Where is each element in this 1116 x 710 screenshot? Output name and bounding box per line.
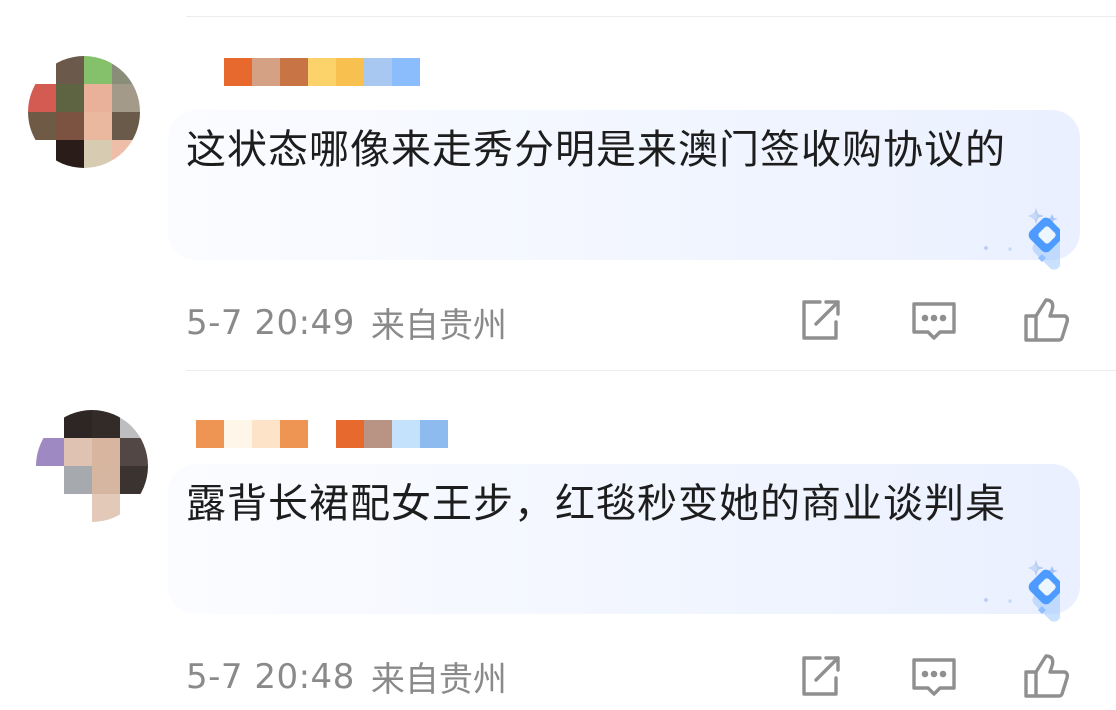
timestamp: 5-7 20:49 <box>186 302 355 343</box>
avatar-pixel <box>84 140 112 168</box>
avatar-pixel <box>92 466 120 494</box>
avatar-pixel <box>64 466 92 494</box>
reply-button[interactable] <box>910 652 958 700</box>
avatar-pixel <box>84 56 112 84</box>
username[interactable] <box>196 420 448 448</box>
avatar-pixel <box>28 112 56 140</box>
username[interactable] <box>224 58 420 86</box>
username-block <box>392 58 420 86</box>
avatar-pixel <box>36 494 64 522</box>
avatar-pixel <box>112 112 140 140</box>
avatar[interactable] <box>36 410 148 522</box>
avatar-pixel <box>56 140 84 168</box>
avatar-pixel <box>28 140 56 168</box>
sparkle-badge-icon <box>984 560 1060 622</box>
timestamp: 5-7 20:48 <box>186 656 355 697</box>
username-block <box>196 420 224 448</box>
share-button[interactable] <box>796 296 844 344</box>
username-block <box>364 420 392 448</box>
avatar-pixel <box>28 56 56 84</box>
username-block <box>308 58 336 86</box>
username-block <box>252 58 280 86</box>
comment-text: 露背长裙配女王步，红毯秒变她的商业谈判桌 <box>186 481 1006 527</box>
avatar-pixel <box>64 410 92 438</box>
avatar-pixel <box>120 494 148 522</box>
username-block <box>308 420 336 448</box>
username-block <box>392 420 420 448</box>
avatar-pixel <box>112 140 140 168</box>
comment-meta: 5-7 20:48 来自贵州 <box>186 652 507 701</box>
avatar[interactable] <box>28 56 140 168</box>
avatar-pixel <box>120 438 148 466</box>
location-label: 来自贵州 <box>370 306 507 346</box>
username-block <box>420 420 448 448</box>
avatar-pixel <box>92 410 120 438</box>
comment-icon <box>912 658 956 696</box>
username-block <box>252 420 280 448</box>
like-button[interactable] <box>1022 652 1070 700</box>
avatar-pixel <box>84 84 112 112</box>
username-block <box>224 420 252 448</box>
comment-meta: 5-7 20:49 来自贵州 <box>186 298 507 347</box>
username-block <box>336 420 364 448</box>
comment-text: 这状态哪像来走秀分明是来澳门签收购协议的 <box>186 127 1006 173</box>
like-button[interactable] <box>1022 296 1070 344</box>
top-divider <box>186 16 1116 17</box>
share-icon <box>802 656 840 696</box>
avatar-pixel <box>56 112 84 140</box>
username-block <box>224 58 252 86</box>
like-icon <box>1024 654 1070 698</box>
location-label: 来自贵州 <box>370 660 507 700</box>
avatar-pixel <box>120 410 148 438</box>
avatar-pixel <box>28 84 56 112</box>
avatar-pixel <box>36 410 64 438</box>
like-icon <box>1024 298 1070 342</box>
avatar-pixel <box>112 84 140 112</box>
avatar-pixel <box>64 494 92 522</box>
avatar-pixel <box>120 466 148 494</box>
username-block <box>336 58 364 86</box>
avatar-pixel <box>92 438 120 466</box>
comment-divider <box>186 370 1116 371</box>
avatar-pixel <box>84 112 112 140</box>
share-icon <box>802 300 840 340</box>
avatar-pixel <box>36 466 64 494</box>
comment-icon <box>912 302 956 340</box>
avatar-pixel <box>56 84 84 112</box>
share-button[interactable] <box>796 652 844 700</box>
username-block <box>364 58 392 86</box>
avatar-pixel <box>36 438 64 466</box>
sparkle-badge-icon <box>984 208 1060 270</box>
username-block <box>280 58 308 86</box>
avatar-pixel <box>64 438 92 466</box>
reply-button[interactable] <box>910 296 958 344</box>
avatar-pixel <box>56 56 84 84</box>
username-block <box>280 420 308 448</box>
avatar-pixel <box>112 56 140 84</box>
avatar-pixel <box>92 494 120 522</box>
